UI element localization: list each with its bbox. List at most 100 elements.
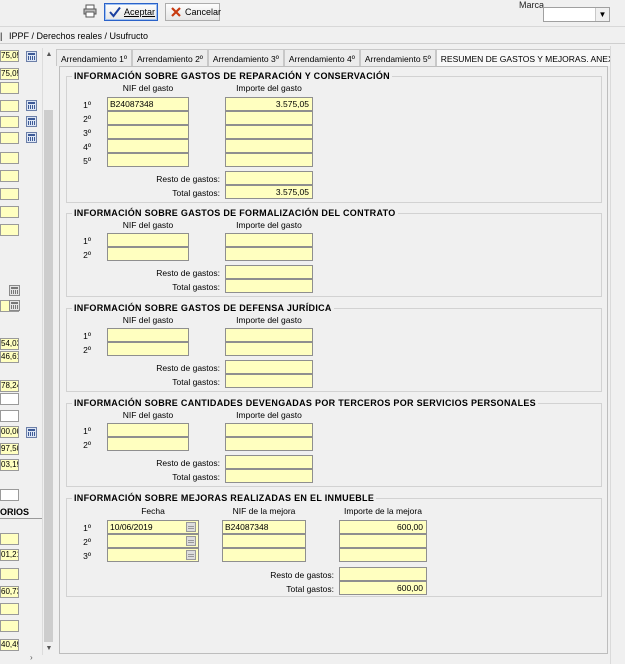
left-field-13[interactable]: 54,03 [0,338,19,350]
tab-arrendamiento-3[interactable]: Arrendamiento 3º [207,49,284,66]
nif-field[interactable] [107,423,189,437]
left-field-17[interactable] [0,410,19,422]
calendar-icon[interactable] [26,100,37,111]
tab-arrendamiento-4[interactable]: Arrendamiento 4º [283,49,360,66]
scroll-up-icon[interactable]: ▲ [44,51,54,62]
tab-arrendamiento-2[interactable]: Arrendamiento 2º [131,49,208,66]
left-field-11[interactable] [0,224,19,236]
left-field-26[interactable] [0,603,19,615]
row-label: 3º [83,128,91,138]
left-field-22[interactable] [0,533,19,545]
left-vertical-scrollbar[interactable]: ▲ ▼ [42,48,54,658]
importe-field[interactable]: 600,00 [339,520,427,534]
left-field-5[interactable] [0,116,19,128]
aceptar-button[interactable]: Aceptar [104,3,158,21]
importe-header: Importe del gasto [236,410,302,420]
left-horizontal-scrollbar[interactable]: › [0,653,54,664]
calendar-icon[interactable] [26,116,37,127]
scroll-right-icon[interactable]: › [30,653,33,662]
calendar-icon[interactable] [26,51,37,62]
nif-field[interactable] [222,534,306,548]
left-field-14[interactable]: 46,61 [0,351,19,363]
resto-field[interactable] [225,171,313,185]
left-field-1[interactable]: 75,05 [0,50,19,62]
row-label: 1º [83,426,91,436]
resto-field[interactable] [225,455,313,469]
printer-icon[interactable] [83,4,97,18]
total-field[interactable]: 600,00 [339,581,427,595]
left-field-8[interactable] [0,170,19,182]
left-field-19[interactable]: 97,50 [0,443,19,455]
scrollbar-thumb[interactable] [44,110,53,642]
importe-field[interactable] [225,342,313,356]
nif-field[interactable] [107,247,189,261]
calendar-icon[interactable] [9,300,20,311]
left-field-16[interactable] [0,393,19,405]
left-field-18[interactable]: 00,00 [0,426,19,438]
group-formalizacion: INFORMACIÓN SOBRE GASTOS DE FORMALIZACIÓ… [66,208,602,297]
left-field-10[interactable] [0,206,19,218]
importe-field[interactable] [225,423,313,437]
total-label: Total gastos: [172,282,220,292]
nif-field[interactable] [107,125,189,139]
importe-field[interactable] [225,111,313,125]
left-field-4[interactable] [0,100,19,112]
importe-field[interactable] [225,233,313,247]
cancel-x-icon [170,6,182,18]
marca-select[interactable]: ▼ [543,7,610,22]
nif-field[interactable] [107,153,189,167]
importe-field[interactable] [225,139,313,153]
importe-field[interactable] [339,534,427,548]
nif-field[interactable] [107,111,189,125]
nif-field[interactable] [107,437,189,451]
left-field-3[interactable] [0,82,19,94]
importe-field[interactable] [339,548,427,562]
cancelar-button[interactable]: Cancelar [165,3,221,21]
tab-resumen-gastos[interactable]: RESUMEN DE GASTOS Y MEJORAS. ANEXO D [435,49,625,66]
left-field-28[interactable]: 40,49 [0,639,19,651]
row-label: 1º [83,236,91,246]
total-field[interactable] [225,279,313,293]
resto-label: Resto de gastos: [156,174,220,184]
total-field[interactable] [225,374,313,388]
calendar-icon[interactable] [186,522,196,532]
nif-field[interactable]: B24087348 [107,97,189,111]
tab-arrendamiento-5[interactable]: Arrendamiento 5º [359,49,436,66]
tab-arrendamiento-1[interactable]: Arrendamiento 1º [56,49,132,66]
left-field-24[interactable] [0,568,19,580]
importe-field[interactable] [225,125,313,139]
left-field-21[interactable] [0,489,19,501]
left-field-25[interactable]: 60,73 [0,586,19,598]
aceptar-label: Aceptar [124,7,156,17]
left-field-20[interactable]: 03,19 [0,459,19,471]
left-field-2[interactable]: 75,05 [0,68,19,80]
total-field[interactable]: 3.575,05 [225,185,313,199]
importe-field[interactable] [225,328,313,342]
nif-field[interactable]: B24087348 [222,520,306,534]
total-field[interactable] [225,469,313,483]
calendar-icon[interactable] [26,427,37,438]
left-field-23[interactable]: 01,21 [0,549,19,561]
importe-field[interactable]: 3.575,05 [225,97,313,111]
importe-field[interactable] [225,247,313,261]
left-field-27[interactable] [0,620,19,632]
resto-label: Resto de gastos: [156,458,220,468]
resto-field[interactable] [225,265,313,279]
importe-field[interactable] [225,153,313,167]
left-field-6[interactable] [0,132,19,144]
nif-field[interactable] [107,328,189,342]
left-field-9[interactable] [0,188,19,200]
nif-field[interactable] [222,548,306,562]
resto-field[interactable] [339,567,427,581]
calendar-icon[interactable] [186,536,196,546]
nif-field[interactable] [107,139,189,153]
calendar-icon[interactable] [26,132,37,143]
calendar-icon[interactable] [186,550,196,560]
importe-field[interactable] [225,437,313,451]
left-field-7[interactable] [0,152,19,164]
nif-field[interactable] [107,233,189,247]
calendar-icon[interactable] [9,285,20,296]
left-field-15[interactable]: 78,24 [0,380,19,392]
nif-field[interactable] [107,342,189,356]
resto-field[interactable] [225,360,313,374]
